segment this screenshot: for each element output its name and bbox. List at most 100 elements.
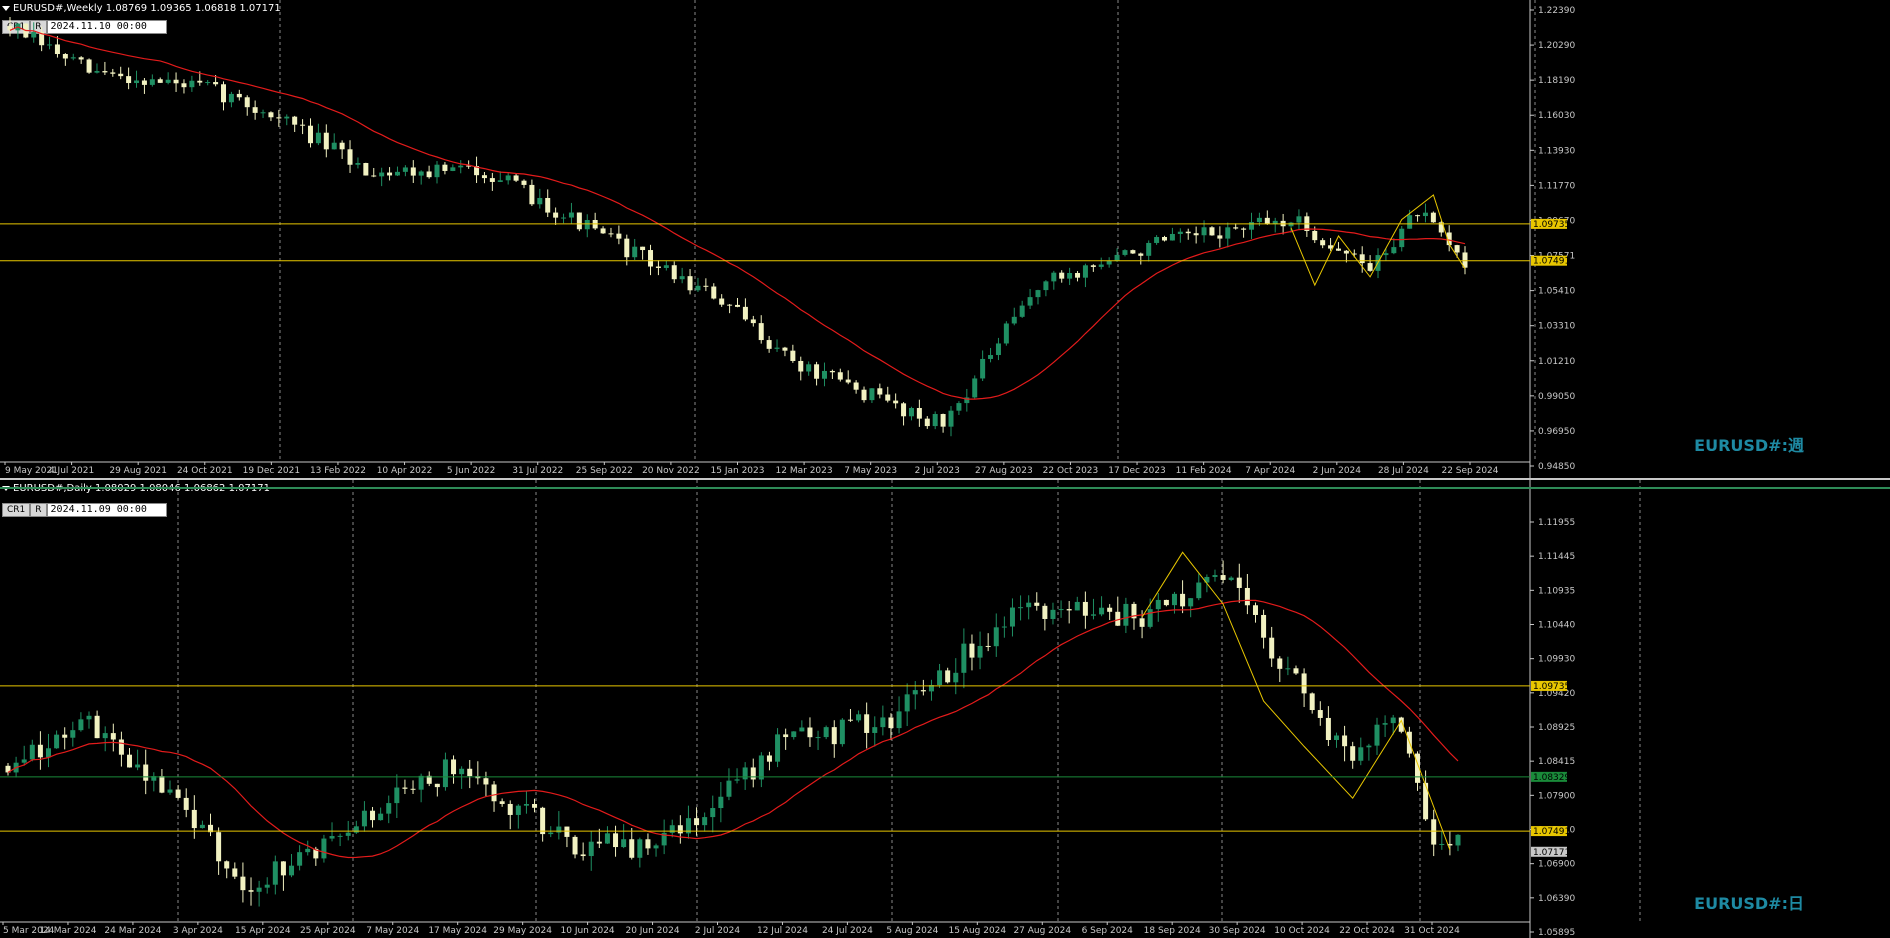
candle-body bbox=[719, 298, 725, 305]
time-tick-label: 29 Aug 2021 bbox=[109, 466, 167, 476]
weekly-chart-pane[interactable]: EURUSD#,Weekly 1.08769 1.09365 1.06818 1… bbox=[0, 0, 1890, 480]
last-price-label: 1.07171 bbox=[1533, 848, 1570, 858]
candle-body bbox=[1455, 834, 1461, 846]
zigzag-line bbox=[1141, 551, 1451, 851]
candle-body bbox=[839, 719, 845, 745]
candle-body bbox=[1075, 273, 1081, 278]
candle-body bbox=[953, 672, 959, 683]
candle-body bbox=[280, 861, 286, 876]
candle-body bbox=[726, 780, 732, 797]
candle-body bbox=[1009, 607, 1015, 627]
candle-body bbox=[872, 727, 878, 733]
candle-body bbox=[410, 167, 416, 176]
candle-body bbox=[1225, 227, 1231, 239]
candle-body bbox=[167, 789, 173, 793]
candle-body bbox=[847, 719, 853, 721]
candle-body bbox=[183, 797, 189, 810]
time-tick-label: 14 Mar 2024 bbox=[39, 926, 96, 936]
candle-body bbox=[1261, 614, 1267, 638]
candle-body bbox=[459, 768, 465, 775]
candle-body bbox=[1312, 230, 1318, 241]
candle-body bbox=[888, 717, 894, 729]
candle-body bbox=[1082, 601, 1088, 616]
candle-body bbox=[94, 71, 100, 73]
candle-body bbox=[483, 778, 489, 785]
candle-body bbox=[1138, 253, 1144, 256]
price-tick-label: 1.09930 bbox=[1538, 655, 1575, 665]
candle-body bbox=[1074, 601, 1080, 611]
candle-body bbox=[1244, 587, 1250, 606]
candle-body bbox=[861, 389, 867, 401]
daily-chart-canvas[interactable]: 1.119551.114451.109351.104401.099301.094… bbox=[0, 480, 1890, 938]
candle-body bbox=[165, 79, 171, 83]
candle-body bbox=[62, 734, 68, 738]
weekly-chart-canvas[interactable]: 1.22390 1.20290 1.18190 1.16030 1.13930 1.117… bbox=[0, 0, 1890, 478]
candle-body bbox=[799, 727, 805, 732]
price-tick-label: 1.16030 bbox=[1538, 111, 1575, 121]
candle-body bbox=[945, 670, 951, 683]
candle-body bbox=[1317, 710, 1323, 718]
candle-body bbox=[21, 759, 27, 763]
candle-body bbox=[513, 175, 519, 181]
candle-body bbox=[489, 178, 495, 182]
candle-body bbox=[1058, 609, 1064, 611]
candle-body bbox=[742, 306, 748, 320]
candle-body bbox=[687, 276, 693, 291]
time-tick-label: 10 Apr 2022 bbox=[377, 466, 433, 476]
time-tick-label: 15 Apr 2024 bbox=[235, 926, 291, 936]
candle-body bbox=[908, 408, 914, 417]
candle-body bbox=[442, 164, 448, 171]
candle-body bbox=[307, 125, 313, 144]
candle-body bbox=[1163, 599, 1169, 606]
candle-body bbox=[845, 379, 851, 383]
candle-body bbox=[1367, 263, 1373, 271]
candle-body bbox=[624, 238, 630, 258]
candle-body bbox=[1217, 235, 1223, 239]
daily-chart-pane[interactable]: EURUSD#,Daily 1.08029 1.08046 1.06862 1.… bbox=[0, 480, 1890, 938]
candle-body bbox=[1236, 577, 1242, 588]
candle-body bbox=[1374, 724, 1380, 746]
candle-body bbox=[791, 731, 797, 738]
candle-body bbox=[284, 116, 290, 119]
time-tick-label: 2 Jun 2024 bbox=[1313, 466, 1362, 476]
level-price-label: 1.09735 bbox=[1533, 682, 1570, 692]
candle-body bbox=[467, 768, 473, 777]
candle-body bbox=[47, 44, 53, 46]
candle-body bbox=[1233, 227, 1239, 229]
candle-body bbox=[54, 734, 60, 749]
candle-body bbox=[1147, 609, 1153, 627]
candle-body bbox=[339, 142, 345, 150]
candle-body bbox=[1325, 717, 1331, 740]
time-tick-label: 17 Dec 2023 bbox=[1108, 466, 1166, 476]
candle-body bbox=[1067, 273, 1073, 279]
candle-body bbox=[1241, 228, 1247, 230]
candle-body bbox=[1288, 222, 1294, 227]
candle-body bbox=[1050, 609, 1056, 619]
candle-body bbox=[135, 764, 141, 768]
candle-body bbox=[134, 80, 140, 84]
candle-body bbox=[940, 414, 946, 427]
time-tick-label: 22 Oct 2023 bbox=[1043, 466, 1099, 476]
candle-body bbox=[896, 711, 902, 729]
price-tick-label: 1.08415 bbox=[1538, 757, 1575, 767]
candle-body bbox=[877, 388, 883, 395]
candle-body bbox=[1011, 316, 1017, 324]
candle-body bbox=[228, 93, 234, 103]
candle-body bbox=[315, 132, 321, 144]
candle-body bbox=[1042, 605, 1048, 619]
candle-body bbox=[300, 124, 306, 126]
price-tick-label: 1.20290 bbox=[1538, 41, 1575, 51]
candle-body bbox=[568, 212, 574, 218]
time-tick-label: 5 Jun 2022 bbox=[447, 466, 495, 476]
candle-body bbox=[1277, 658, 1283, 669]
candle-body bbox=[758, 323, 764, 341]
daily-watermark: EURUSD#:日 bbox=[1694, 894, 1804, 913]
candle-body bbox=[1454, 245, 1460, 253]
candle-body bbox=[710, 808, 716, 818]
candle-body bbox=[1180, 593, 1186, 607]
candle-body bbox=[361, 810, 367, 827]
candle-body bbox=[961, 643, 967, 673]
candle-body bbox=[711, 286, 717, 299]
candle-body bbox=[1201, 227, 1207, 236]
time-tick-label: 24 Jul 2024 bbox=[822, 926, 873, 936]
